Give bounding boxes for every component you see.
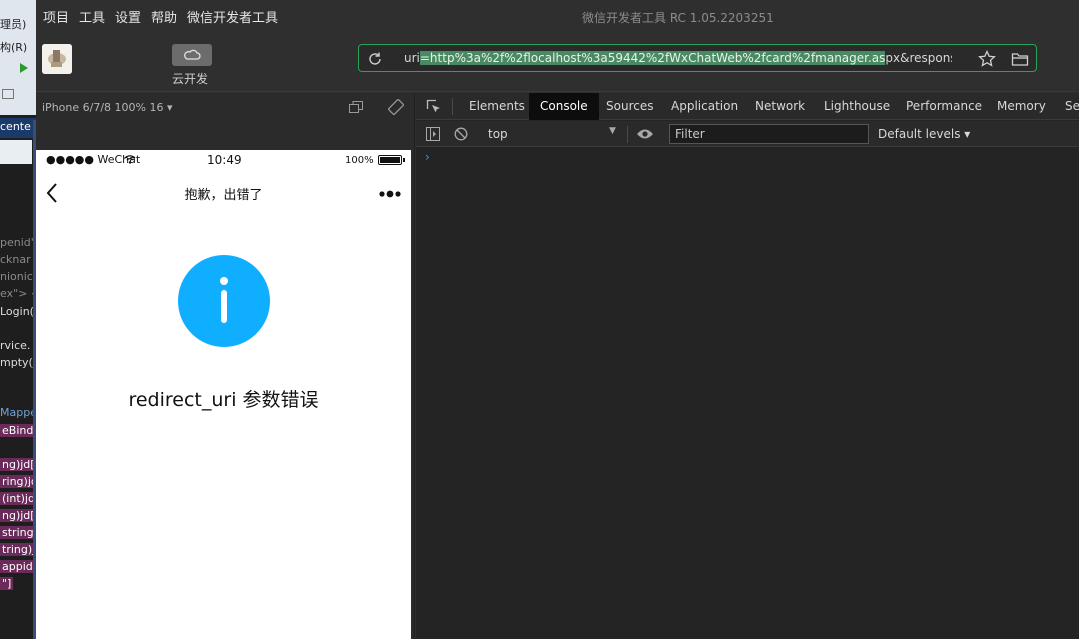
console-toolbar: top ▼ Filter Default levels ▾	[416, 121, 1079, 147]
menu-bar: 项目 工具 设置 帮助 微信开发者工具 微信开发者工具 RC 1.05.2203…	[36, 0, 1079, 32]
popout-icon[interactable]	[349, 101, 363, 113]
simulator-panel: iPhone 6/7/8 100% 16 ▾ ●●●●● WeChat 10:4…	[36, 93, 415, 639]
phone-screen: ●●●●● WeChat 10:49 100% 抱歉，出错了 redirect_…	[36, 150, 411, 639]
ide-code-line: ex"> <,	[0, 287, 36, 300]
simulator-header: iPhone 6/7/8 100% 16 ▾	[36, 93, 415, 121]
ide-tab[interactable]: cente	[0, 118, 36, 138]
tab-network[interactable]: Network	[744, 93, 816, 120]
refresh-icon[interactable]	[367, 51, 383, 67]
ide-code-line: cknar	[0, 253, 31, 266]
url-selection: =http%3a%2f%2flocalhost%3a59442%2fWxChat…	[419, 51, 886, 65]
phone-nav-bar: 抱歉，出错了	[36, 172, 411, 214]
eye-icon[interactable]	[636, 128, 654, 140]
avatar[interactable]	[42, 44, 72, 74]
tab-application[interactable]: Application	[660, 93, 749, 120]
screen: 理员) 构(R) cente penid' cknar nionic ex"> <, L…	[0, 0, 1079, 639]
cloud-icon	[184, 49, 201, 60]
more-icon[interactable]	[378, 190, 402, 198]
ide-code-line: appid	[0, 560, 35, 573]
ide-menu-text: 理员)	[0, 18, 27, 31]
tab-console[interactable]: Console	[529, 93, 599, 120]
cloud-dev-button[interactable]	[172, 44, 212, 66]
devtools-tabs: Elements Console Sources Application Network…	[416, 93, 1079, 120]
menu-settings[interactable]: 设置	[115, 7, 141, 26]
ide-code-line: (int)jd	[0, 492, 36, 505]
tab-performance[interactable]: Performance	[895, 93, 993, 120]
menu-help[interactable]: 帮助	[151, 7, 177, 26]
ide-code-line: Login(	[0, 305, 34, 318]
context-selector[interactable]: top	[488, 127, 508, 141]
url-prefix: uri	[404, 51, 420, 65]
ide-code-line: "]	[0, 577, 14, 590]
ide-input[interactable]	[0, 140, 32, 164]
tab-sources[interactable]: Sources	[595, 93, 664, 120]
ide-code-line: mpty(j	[0, 356, 36, 369]
clear-console-icon[interactable]	[454, 127, 468, 141]
ide-menu-text: 构(R)	[0, 41, 28, 54]
ide-tab-label: cente	[0, 120, 31, 133]
error-message: redirect_uri 参数错误	[128, 389, 319, 411]
menu-wechat-devtools[interactable]: 微信开发者工具	[187, 7, 278, 26]
ide-code-line: eBind	[0, 424, 36, 437]
window-title: 微信开发者工具 RC 1.05.2203251	[582, 11, 774, 25]
ide-code-line: Mappe	[0, 406, 36, 419]
ide-code-line: rvice.	[0, 339, 31, 352]
url-text[interactable]: uri=http%3a%2f%2flocalhost%3a59442%2fWxC…	[404, 51, 952, 65]
cloud-dev-label: 云开发	[172, 72, 209, 86]
phone-status-bar: ●●●●● WeChat 10:49 100%	[36, 150, 411, 170]
url-rest: px&response_type=coc	[885, 51, 952, 65]
toolbar: 云开发 uri=http%3a%2f%2flocalhost%3a59442%2…	[36, 32, 1079, 92]
tab-se[interactable]: Se	[1054, 93, 1079, 120]
tab-memory[interactable]: Memory	[986, 93, 1057, 120]
battery-level	[380, 157, 400, 163]
ide-code-line: ng)jd["	[0, 509, 36, 522]
tab-lighthouse[interactable]: Lighthouse	[813, 93, 901, 120]
menu-tools[interactable]: 工具	[79, 7, 105, 26]
ide-code-line: ring)jd	[0, 475, 36, 488]
log-levels-dropdown[interactable]: Default levels ▾	[878, 127, 970, 141]
folder-icon[interactable]	[1011, 51, 1029, 67]
battery-percent: 100%	[345, 155, 374, 166]
run-icon[interactable]	[20, 63, 28, 73]
filter-input[interactable]: Filter	[669, 124, 869, 144]
battery-icon	[378, 155, 402, 165]
divider	[627, 126, 628, 143]
status-time: 10:49	[207, 153, 242, 167]
info-icon	[178, 255, 270, 347]
ide-code-line: tring)jd	[0, 543, 36, 556]
background-ide-window: 理员) 构(R) cente penid' cknar nionic ex"> <, L…	[0, 0, 36, 639]
star-icon[interactable]	[978, 50, 996, 68]
ide-code-line: string)	[0, 526, 36, 539]
devtools-window: 项目 工具 设置 帮助 微信开发者工具 微信开发者工具 RC 1.05.2203…	[36, 0, 1079, 639]
device-selector[interactable]: iPhone 6/7/8 100% 16 ▾	[42, 101, 173, 114]
chevron-down-icon[interactable]: ▼	[609, 126, 616, 136]
rotate-icon[interactable]	[388, 99, 404, 115]
devtools-panel: Elements Console Sources Application Network…	[416, 93, 1079, 639]
console-output[interactable]: ›	[416, 148, 1079, 639]
sidebar-toggle-icon[interactable]	[426, 127, 440, 141]
menu-project[interactable]: 项目	[43, 7, 69, 26]
divider	[452, 98, 453, 115]
ide-code-line: ng)jd["	[0, 458, 36, 471]
wifi-icon	[124, 155, 136, 164]
page-title: 抱歉，出错了	[184, 188, 263, 203]
tab-elements[interactable]: Elements	[458, 93, 536, 120]
edit-icon[interactable]	[2, 89, 14, 99]
ide-toolbar: 理员) 构(R)	[0, 0, 36, 115]
ide-code-line: penid'	[0, 236, 34, 249]
url-bar[interactable]: uri=http%3a%2f%2flocalhost%3a59442%2fWxC…	[358, 44, 1037, 72]
ide-code-line: nionic	[0, 270, 33, 283]
inspect-icon[interactable]	[426, 99, 442, 115]
battery-tip	[403, 158, 405, 162]
console-prompt[interactable]: ›	[425, 150, 430, 164]
